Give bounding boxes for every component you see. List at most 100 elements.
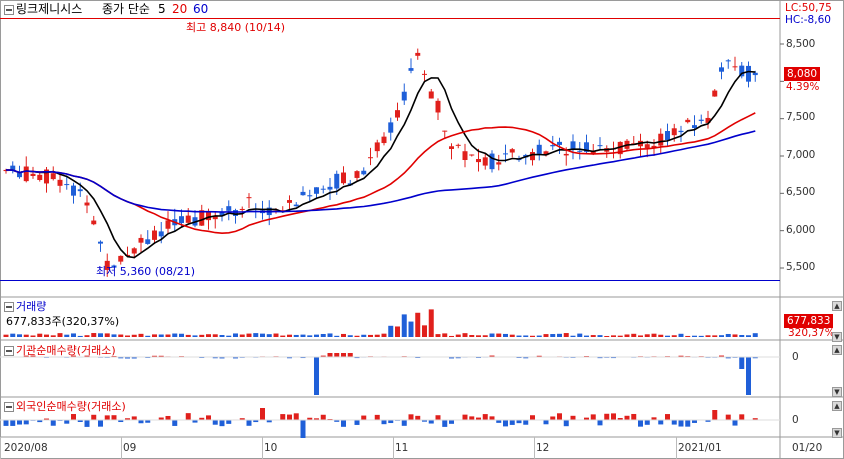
volume-bar — [752, 333, 758, 337]
candle-body — [503, 153, 508, 155]
foreign-bar — [172, 420, 178, 426]
volume-bar — [462, 333, 468, 337]
volume-bar — [665, 335, 670, 337]
volume-bar — [374, 334, 380, 337]
foreign-bar — [658, 420, 664, 425]
volume-bar — [719, 335, 724, 337]
price-tag: 8,080 — [784, 67, 821, 81]
volume-bar — [712, 335, 718, 337]
inst-bar — [739, 357, 745, 369]
volume-bar — [449, 335, 454, 337]
volume-bar — [131, 334, 137, 337]
volume-bar — [685, 335, 691, 337]
candle-body — [536, 144, 542, 154]
foreign-bar — [320, 414, 326, 420]
volume-bar — [64, 334, 70, 337]
candle-body — [327, 186, 333, 190]
ma60-label[interactable]: 60 — [193, 3, 208, 16]
volume-bar — [469, 335, 475, 337]
volume-bar — [476, 335, 481, 337]
ma5-label[interactable]: 5 — [158, 3, 166, 16]
volume-bar — [152, 334, 157, 337]
stock-chart[interactable] — [0, 0, 844, 459]
candle-body — [293, 204, 299, 207]
volume-bar — [489, 333, 495, 337]
foreign-bar — [597, 420, 603, 426]
candle-body — [644, 144, 650, 149]
foreign-bar — [415, 415, 421, 420]
volume-tag-pct: 320,37% — [788, 327, 835, 339]
volume-bar — [631, 333, 637, 337]
volume-bar — [611, 335, 616, 337]
candle-body — [17, 172, 22, 178]
volume-bar — [638, 335, 643, 337]
volume-bar — [165, 334, 171, 337]
volume-bar — [523, 335, 529, 337]
inst-checkbox[interactable] — [4, 346, 14, 356]
foreign-bar — [428, 420, 434, 424]
foreign-bar — [442, 420, 448, 427]
inst-zero-label: 0 — [792, 351, 799, 363]
candle-body — [165, 220, 171, 229]
panel-expand-icon[interactable]: ▼ — [832, 387, 842, 397]
candle-body — [131, 248, 137, 254]
foreign-bar — [685, 420, 691, 427]
foreign-bar — [725, 414, 731, 420]
foreign-bar — [226, 420, 232, 424]
candle-body — [476, 159, 481, 163]
foreign-bar — [644, 420, 650, 425]
candle-body — [30, 173, 36, 176]
volume-bar — [361, 334, 367, 337]
volume-bar — [530, 335, 535, 337]
foreign-bar — [408, 414, 414, 420]
candle-body — [563, 153, 569, 156]
panel-collapse-icon[interactable]: ▲ — [832, 345, 842, 355]
volume-bar — [3, 334, 9, 337]
candle-body — [341, 172, 346, 184]
panel-collapse-icon[interactable]: ▲ — [832, 401, 842, 411]
volume-bar — [617, 335, 623, 337]
volume-bar — [266, 334, 272, 337]
y-tick-label: 7,500 — [786, 111, 816, 123]
foreign-bar — [570, 415, 576, 420]
volume-bar — [30, 335, 36, 337]
volume-bar — [334, 335, 340, 337]
foreign-checkbox[interactable] — [4, 402, 14, 412]
volume-bar — [455, 334, 461, 337]
candle-body — [320, 188, 326, 190]
volume-bar — [246, 333, 252, 337]
panel-collapse-icon[interactable]: ▲ — [832, 301, 842, 311]
x-tick-label: 01/20 — [792, 442, 823, 454]
foreign-bar — [503, 420, 508, 427]
inst-bar — [334, 353, 340, 357]
panel-expand-icon[interactable]: ▼ — [832, 332, 842, 342]
volume-bar — [293, 334, 299, 337]
foreign-bar — [381, 420, 387, 425]
title-checkbox[interactable] — [4, 5, 14, 15]
foreign-bar — [523, 420, 529, 425]
volume-bar — [746, 335, 751, 337]
volume-bar — [287, 334, 292, 337]
inst-bar — [341, 353, 346, 357]
volume-bar — [307, 335, 313, 337]
volume-bar — [401, 314, 407, 337]
volume-checkbox[interactable] — [4, 302, 14, 312]
candle-body — [98, 241, 103, 244]
volume-bar — [516, 335, 522, 337]
foreign-bar — [482, 414, 488, 420]
candle-body — [91, 220, 97, 225]
foreign-bar — [462, 414, 468, 420]
volume-bar — [543, 334, 549, 337]
candle-body — [354, 171, 360, 178]
volume-bar — [428, 309, 434, 337]
volume-bar — [563, 333, 569, 337]
panel-expand-icon[interactable]: ▼ — [832, 428, 842, 438]
candle-body — [233, 210, 238, 216]
foreign-bar — [287, 414, 292, 420]
foreign-bar — [98, 420, 103, 427]
x-tick-label: 10 — [264, 442, 278, 454]
ma-label: 종가 단순 — [102, 2, 150, 16]
volume-bar — [671, 335, 677, 337]
foreign-bar — [341, 420, 346, 427]
ma20-label[interactable]: 20 — [172, 3, 187, 16]
